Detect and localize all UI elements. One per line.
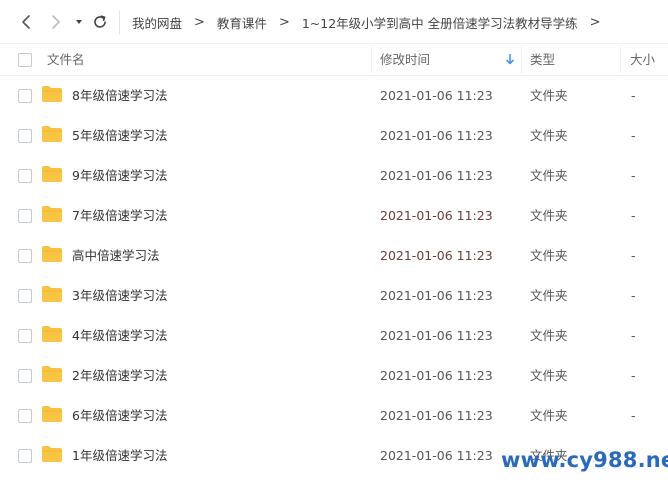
file-size: - [631, 248, 636, 263]
caret-down-icon [76, 20, 82, 24]
table-header: 文件名 修改时间 类型 大小 [0, 44, 668, 76]
modified-time: 2021-01-06 11:23 [380, 248, 493, 263]
file-name[interactable]: 7年级倍速学习法 [72, 196, 167, 236]
modified-time: 2021-01-06 11:23 [380, 368, 493, 383]
folder-icon [42, 166, 62, 182]
file-type: 文件夹 [530, 328, 568, 343]
file-size: - [631, 168, 636, 183]
file-size: - [631, 408, 636, 423]
toolbar-divider [119, 10, 120, 34]
breadcrumb-separator: > [194, 14, 205, 30]
breadcrumb-separator: > [278, 14, 290, 30]
file-name[interactable]: 1年级倍速学习法 [72, 436, 167, 476]
modified-time: 2021-01-06 11:23 [380, 88, 493, 103]
refresh-icon [94, 15, 106, 28]
file-size: - [631, 288, 636, 303]
column-header-name[interactable]: 文件名 [47, 44, 85, 75]
folder-icon [42, 86, 62, 102]
file-name[interactable]: 高中倍速学习法 [72, 236, 160, 276]
file-name[interactable]: 8年级倍速学习法 [72, 76, 167, 116]
breadcrumb-item-my-drive[interactable]: 我的网盘 [132, 13, 182, 32]
file-type: 文件夹 [530, 248, 568, 263]
file-type: 文件夹 [530, 168, 568, 183]
file-type: 文件夹 [530, 208, 568, 223]
file-size: - [631, 208, 636, 223]
file-size: - [631, 88, 636, 103]
folder-icon [42, 206, 62, 222]
folder-icon [42, 286, 62, 302]
row-checkbox[interactable] [18, 409, 32, 423]
history-dropdown-button[interactable] [72, 12, 86, 32]
file-name[interactable]: 2年级倍速学习法 [72, 356, 167, 396]
folder-icon [42, 366, 62, 382]
folder-icon [42, 126, 62, 142]
sort-descending-icon[interactable] [505, 53, 515, 65]
back-button[interactable] [16, 12, 36, 32]
table-row[interactable]: 3年级倍速学习法 2021-01-06 11:23 文件夹 - [0, 276, 668, 316]
breadcrumb-item-courseware[interactable]: 教育课件 [217, 13, 267, 32]
column-header-type[interactable]: 类型 [530, 44, 555, 75]
row-checkbox[interactable] [18, 89, 32, 103]
column-divider[interactable] [371, 47, 372, 73]
breadcrumb-separator[interactable]: > [590, 15, 601, 30]
file-list: 8年级倍速学习法 2021-01-06 11:23 文件夹 - 5年级倍速学习法… [0, 76, 668, 476]
table-row[interactable]: 9年级倍速学习法 2021-01-06 11:23 文件夹 - [0, 156, 668, 196]
refresh-button[interactable] [90, 12, 110, 32]
toolbar: 我的网盘 > 教育课件 > 1~12年级小学到高中 全册倍速学习法教材导学练 > [0, 0, 668, 44]
file-name[interactable]: 9年级倍速学习法 [72, 156, 167, 196]
folder-icon [42, 406, 62, 422]
modified-time: 2021-01-06 11:23 [380, 328, 493, 343]
file-name[interactable]: 3年级倍速学习法 [72, 276, 167, 316]
column-divider[interactable] [521, 47, 522, 73]
file-size: - [631, 328, 636, 343]
chevron-left-icon [22, 15, 30, 29]
table-row[interactable]: 5年级倍速学习法 2021-01-06 11:23 文件夹 - [0, 116, 668, 156]
column-divider[interactable] [620, 47, 621, 73]
modified-time: 2021-01-06 11:23 [380, 408, 493, 423]
select-all-checkbox[interactable] [18, 53, 32, 67]
table-row[interactable]: 8年级倍速学习法 2021-01-06 11:23 文件夹 - [0, 76, 668, 116]
modified-time: 2021-01-06 11:23 [380, 168, 493, 183]
forward-button[interactable] [46, 12, 66, 32]
table-row[interactable]: 7年级倍速学习法 2021-01-06 11:23 文件夹 - [0, 196, 668, 236]
table-row[interactable]: 6年级倍速学习法 2021-01-06 11:23 文件夹 - [0, 396, 668, 436]
file-size: - [631, 128, 636, 143]
breadcrumb: 我的网盘 > 教育课件 > 1~12年级小学到高中 全册倍速学习法教材导学练 > [132, 0, 601, 44]
row-checkbox[interactable] [18, 369, 32, 383]
site-watermark: www.cy988.net [501, 448, 668, 472]
modified-time: 2021-01-06 11:23 [380, 128, 493, 143]
file-name[interactable]: 5年级倍速学习法 [72, 116, 167, 156]
row-checkbox[interactable] [18, 249, 32, 263]
row-checkbox[interactable] [18, 449, 32, 463]
column-header-modified[interactable]: 修改时间 [380, 44, 430, 75]
modified-time: 2021-01-06 11:23 [380, 448, 493, 463]
column-header-size[interactable]: 大小 [630, 44, 655, 75]
row-checkbox[interactable] [18, 209, 32, 223]
table-row[interactable]: 2年级倍速学习法 2021-01-06 11:23 文件夹 - [0, 356, 668, 396]
folder-icon [42, 326, 62, 342]
file-type: 文件夹 [530, 128, 568, 143]
chevron-right-icon [52, 15, 60, 29]
row-checkbox[interactable] [18, 329, 32, 343]
table-row[interactable]: 高中倍速学习法 2021-01-06 11:23 文件夹 - [0, 236, 668, 276]
row-checkbox[interactable] [18, 129, 32, 143]
file-name[interactable]: 4年级倍速学习法 [72, 316, 167, 356]
breadcrumb-item-current-folder[interactable]: 1~12年级小学到高中 全册倍速学习法教材导学练 [302, 13, 578, 32]
folder-icon [42, 446, 62, 462]
file-type: 文件夹 [530, 368, 568, 383]
file-type: 文件夹 [530, 288, 568, 303]
file-browser: 我的网盘 > 教育课件 > 1~12年级小学到高中 全册倍速学习法教材导学练 >… [0, 0, 668, 494]
row-checkbox[interactable] [18, 289, 32, 303]
modified-time: 2021-01-06 11:23 [380, 288, 493, 303]
row-checkbox[interactable] [18, 169, 32, 183]
modified-time: 2021-01-06 11:23 [380, 208, 493, 223]
file-size: - [631, 368, 636, 383]
file-name[interactable]: 6年级倍速学习法 [72, 396, 167, 436]
file-type: 文件夹 [530, 408, 568, 423]
table-row[interactable]: 4年级倍速学习法 2021-01-06 11:23 文件夹 - [0, 316, 668, 356]
file-type: 文件夹 [530, 88, 568, 103]
folder-icon [42, 246, 62, 262]
